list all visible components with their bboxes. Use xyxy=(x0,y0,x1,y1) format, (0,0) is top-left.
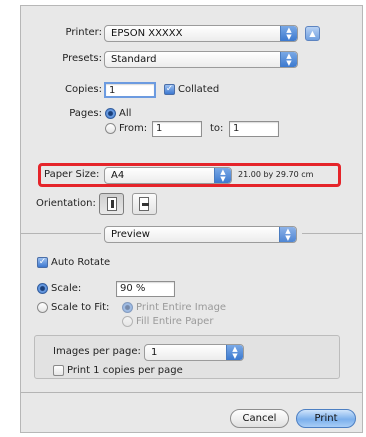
pages-label: Pages: xyxy=(69,108,102,119)
copies-label: Copies: xyxy=(65,84,102,95)
paper-size-dimensions: 21.00 by 29.70 cm xyxy=(238,170,314,179)
fill-entire-paper-label: Fill Entire Paper xyxy=(136,316,214,327)
printer-label: Printer: xyxy=(65,27,102,38)
auto-rotate-label: Auto Rotate xyxy=(51,257,111,268)
copies-input[interactable]: 1 xyxy=(104,82,156,98)
presets-value: Standard xyxy=(111,54,157,65)
copies-per-page-checkbox[interactable] xyxy=(53,365,64,376)
divider xyxy=(21,392,362,393)
images-per-page-select[interactable]: 1 ▲ ▼ xyxy=(144,344,244,361)
section-value: Preview xyxy=(111,229,150,240)
divider xyxy=(21,233,101,234)
presets-select[interactable]: Standard ▲ ▼ xyxy=(104,51,298,68)
cancel-button[interactable]: Cancel xyxy=(230,409,289,428)
chevron-updown-icon: ▲ ▼ xyxy=(226,345,243,360)
pages-all-label: All xyxy=(119,108,132,119)
landscape-button[interactable] xyxy=(132,193,157,215)
landscape-icon xyxy=(142,203,149,206)
collated-label: Collated xyxy=(178,84,220,95)
portrait-button[interactable] xyxy=(99,193,124,215)
disclosure-icon[interactable]: ▲ xyxy=(305,26,320,41)
section-select[interactable]: Preview ▲ ▼ xyxy=(104,226,297,243)
collated-checkbox[interactable]: ✓ xyxy=(164,84,175,95)
chevron-updown-icon: ▲ ▼ xyxy=(279,227,296,242)
fill-entire-paper-radio[interactable] xyxy=(122,316,133,327)
print-entire-image-radio[interactable] xyxy=(122,302,133,313)
divider xyxy=(302,233,362,234)
print-button[interactable]: Print xyxy=(296,409,356,428)
portrait-icon xyxy=(111,200,114,208)
chevron-updown-icon: ▲ ▼ xyxy=(214,168,231,183)
pages-to-input[interactable]: 1 xyxy=(229,121,279,137)
pages-from-label: From: xyxy=(119,123,148,134)
pages-from-radio[interactable] xyxy=(105,123,116,134)
scale-to-fit-radio[interactable] xyxy=(37,302,48,313)
images-per-page-value: 1 xyxy=(151,347,158,358)
copies-per-page-label: Print 1 copies per page xyxy=(67,365,183,376)
paper-size-label: Paper Size: xyxy=(44,169,100,180)
chevron-updown-icon: ▲ ▼ xyxy=(280,26,297,41)
pages-from-input[interactable]: 1 xyxy=(152,121,202,137)
pages-to-label: to: xyxy=(210,123,224,134)
printer-select[interactable]: EPSON XXXXX ▲ ▼ xyxy=(104,25,298,42)
scale-to-fit-label: Scale to Fit: xyxy=(51,302,110,313)
orientation-label: Orientation: xyxy=(36,198,96,209)
presets-label: Presets: xyxy=(62,53,102,64)
scale-input[interactable]: 90 % xyxy=(116,281,175,297)
images-per-page-label: Images per page: xyxy=(53,346,141,357)
paper-size-value: A4 xyxy=(111,170,125,181)
chevron-updown-icon: ▲ ▼ xyxy=(280,52,297,67)
printer-value: EPSON XXXXX xyxy=(111,28,183,39)
pages-all-radio[interactable] xyxy=(105,108,116,119)
auto-rotate-checkbox[interactable]: ✓ xyxy=(37,257,48,268)
scale-label: Scale: xyxy=(51,283,82,294)
print-entire-image-label: Print Entire Image xyxy=(136,302,227,313)
paper-size-select[interactable]: A4 ▲ ▼ xyxy=(104,167,232,184)
scale-radio[interactable] xyxy=(37,283,48,294)
